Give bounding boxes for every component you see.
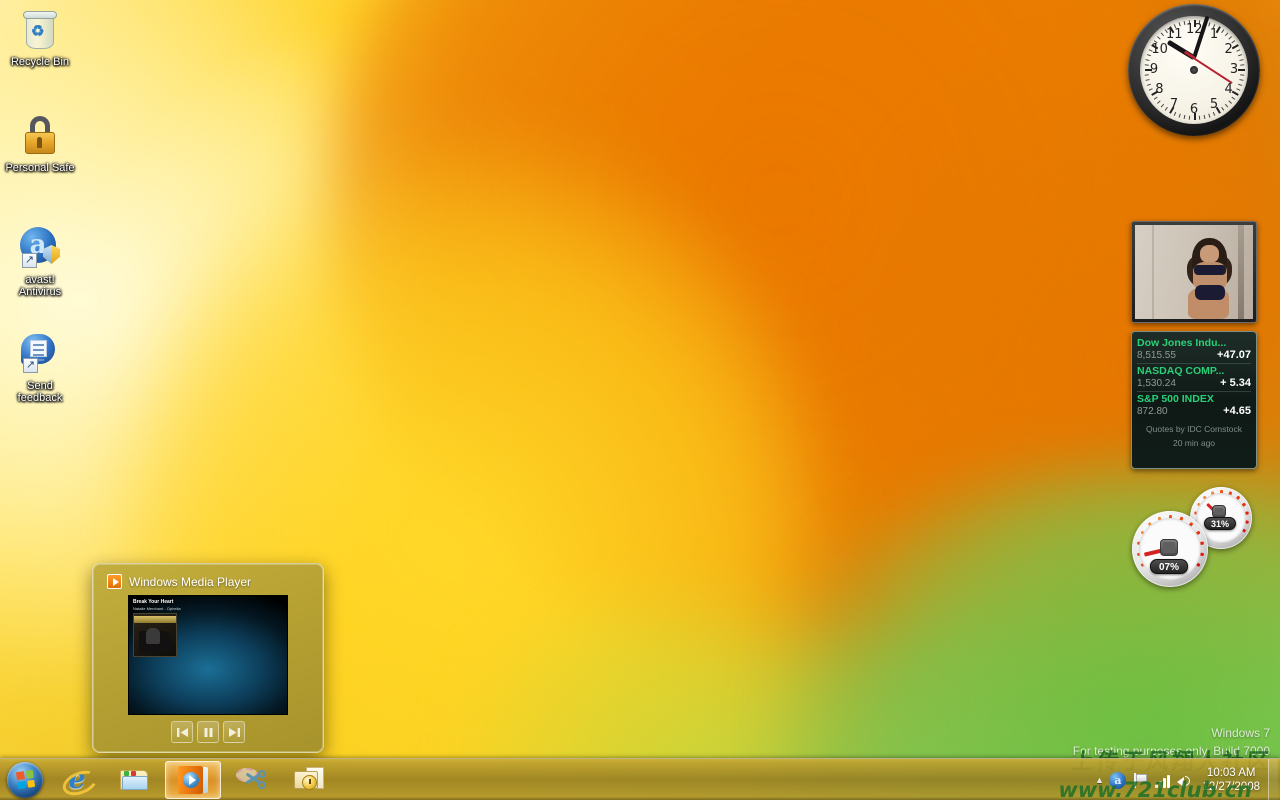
network-icon[interactable] [1153, 770, 1173, 790]
cpu-chip-icon [1160, 539, 1178, 556]
memory-percent-label: 31% [1204, 517, 1236, 530]
wmp-track-title: Break Your Heart [133, 599, 174, 605]
clock-numeral: 9 [1149, 62, 1159, 77]
cpu-meter[interactable]: 07% [1132, 511, 1208, 587]
desktop-icon-label: Recycle Bin [10, 56, 70, 68]
desktop-icon-label: Personal Safe [5, 162, 75, 174]
desktop-icon-label-line1: avast! [25, 274, 55, 286]
padlock-icon [2, 110, 78, 160]
clock-numeral: 4 [1224, 82, 1233, 97]
clock-numeral: 3 [1229, 62, 1239, 77]
avast-icon: a ↗ [2, 222, 78, 272]
internet-explorer-icon [63, 766, 91, 794]
taskbar-windows-media-player[interactable] [165, 760, 221, 799]
cpu-meter-gadget[interactable]: 31% 07% [1130, 487, 1256, 591]
desktop-icon-label: Send feedback [2, 380, 78, 404]
wmp-pause-button[interactable] [197, 721, 219, 743]
stock-symbol: S&P 500 INDEX [1137, 393, 1214, 405]
stock-symbol: NASDAQ COMP... [1137, 365, 1225, 377]
desktop-icon-label-line2: Antivirus [18, 286, 62, 298]
desktop-icon-avast-antivirus[interactable]: a ↗ avast! Antivirus [2, 222, 78, 298]
volume-icon[interactable] [1175, 770, 1195, 790]
cpu-percent-label: 07% [1150, 559, 1188, 574]
media-player-icon [107, 574, 122, 589]
wmp-thumbnail-preview[interactable]: Windows Media Player Break Your Heart Na… [92, 563, 324, 753]
stocks-gadget[interactable]: Dow Jones Indu... 8,515.55 +47.07 NASDAQ… [1131, 331, 1257, 469]
stock-value: 1,530.24 [1137, 378, 1176, 389]
desktop-icon-send-feedback[interactable]: ↗ Send feedback [2, 328, 78, 404]
media-player-icon [178, 765, 208, 794]
clock-numeral: 5 [1209, 96, 1219, 112]
clock-numeral: 7 [1169, 96, 1179, 112]
start-button[interactable] [2, 760, 48, 800]
wmp-preview-header: Windows Media Player [107, 574, 313, 589]
wmp-preview-title: Windows Media Player [129, 574, 252, 589]
folder-icon [120, 768, 150, 792]
wmp-previous-button[interactable] [171, 721, 193, 743]
clock-numeral: 2 [1224, 42, 1233, 57]
taskbar-windows-calendar[interactable] [281, 761, 337, 799]
picture-slideshow-gadget[interactable] [1131, 221, 1257, 323]
calendar-mail-icon [294, 766, 324, 793]
show-desktop-button[interactable] [1268, 759, 1278, 800]
clock-numeral: 8 [1155, 82, 1164, 97]
clock-numeral: 6 [1189, 102, 1199, 117]
stock-symbol: Dow Jones Indu... [1137, 337, 1227, 349]
scissors-icon [236, 767, 266, 793]
stock-row[interactable]: NASDAQ COMP... 1,530.24 + 5.34 [1137, 364, 1251, 392]
taskbar-clock[interactable]: 10:03 AM 12/27/2008 [1196, 766, 1268, 794]
system-tray[interactable]: ▲ a 10:03 AM 12/27/2008 [1090, 759, 1280, 800]
wmp-preview-thumbnail[interactable]: Break Your Heart Natalie Merchant - Ophe… [128, 595, 288, 715]
stock-change: +47.07 [1217, 349, 1251, 361]
stock-value: 8,515.55 [1137, 350, 1176, 361]
desktop-icon-recycle-bin[interactable]: ♻ Recycle Bin [2, 4, 78, 68]
desktop-icon-label: avast! Antivirus [2, 274, 78, 298]
stock-change: + 5.34 [1220, 377, 1251, 389]
avast-tray-icon[interactable]: a [1109, 770, 1129, 790]
stock-change: +4.65 [1223, 405, 1251, 417]
desktop-icon-label-line2: feedback [17, 392, 63, 404]
taskbar-windows-explorer[interactable] [107, 761, 163, 799]
slideshow-photo [1135, 225, 1253, 319]
shortcut-arrow-icon: ↗ [22, 253, 37, 268]
album-art [133, 613, 177, 657]
stock-row[interactable]: Dow Jones Indu... 8,515.55 +47.07 [1137, 336, 1251, 364]
clock-numeral: 1 [1209, 27, 1219, 43]
shortcut-arrow-icon: ↗ [23, 358, 38, 373]
desktop-icon-label-line1: Send [27, 380, 53, 392]
wmp-next-button[interactable] [223, 721, 245, 743]
clock-numeral: 10 [1151, 42, 1168, 57]
taskbar-snipping-tool[interactable] [223, 761, 279, 799]
feedback-bubble-icon: ↗ [2, 328, 78, 378]
taskbar-internet-explorer[interactable] [49, 761, 105, 799]
recycle-bin-icon: ♻ [2, 4, 78, 54]
wmp-transport-controls [103, 721, 313, 743]
show-hidden-icons-button[interactable]: ▲ [1090, 775, 1108, 785]
action-center-flag-icon[interactable] [1131, 770, 1151, 790]
clock-gadget[interactable]: 12 1 2 3 4 5 6 7 8 9 10 11 [1128, 4, 1260, 136]
wmp-track-artist: Natalie Merchant - Ophelia [133, 606, 181, 611]
clock-bezel: 12 1 2 3 4 5 6 7 8 9 10 11 [1128, 4, 1260, 136]
clock-time: 10:03 AM [1206, 766, 1256, 779]
stocks-updated: 20 min ago [1172, 438, 1216, 448]
stock-row[interactable]: S&P 500 INDEX 872.80 +4.65 [1137, 392, 1251, 419]
windows-logo-icon [7, 761, 43, 798]
clock-date: 12/27/2008 [1202, 780, 1260, 793]
taskbar[interactable]: ▲ a 10:03 AM 12/27/2008 [0, 758, 1280, 800]
stocks-source: Quotes by IDC Comstock [1146, 424, 1242, 434]
desktop-icon-personal-safe[interactable]: Personal Safe [2, 110, 78, 174]
stock-value: 872.80 [1137, 406, 1168, 417]
clock-hub [1190, 66, 1198, 74]
